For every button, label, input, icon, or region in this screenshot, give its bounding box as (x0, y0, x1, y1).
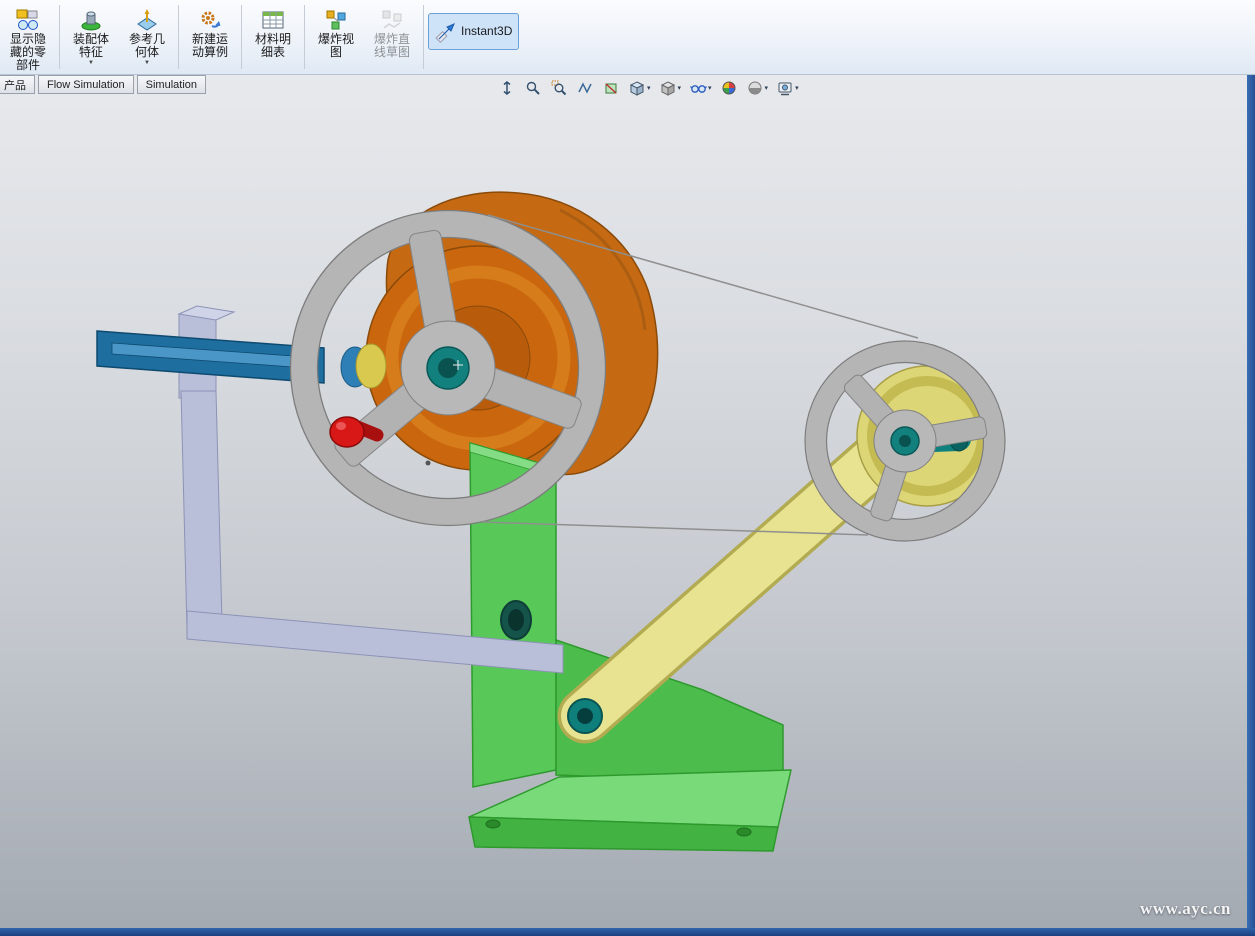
bill-of-materials-label: 材料明细表 (253, 33, 293, 59)
exploded-view-icon (324, 6, 348, 33)
toolbar-separator (178, 5, 179, 69)
apply-scene-icon[interactable] (746, 79, 764, 97)
bill-of-materials-icon (261, 6, 285, 33)
tab-simulation-label: Simulation (146, 79, 197, 91)
show-hidden-components-button[interactable]: 显示隐藏的零部件 (1, 3, 55, 75)
dropdown-arrow-icon[interactable]: ▾ (795, 84, 799, 92)
display-style-icon[interactable] (659, 79, 677, 97)
assembly-features-label: 装配体特征 (71, 33, 111, 59)
toolbar-separator (241, 5, 242, 69)
toolbar-separator (304, 5, 305, 69)
reference-geometry-button[interactable]: 参考几何体 ▼ (120, 3, 174, 70)
reference-geometry-label: 参考几何体 (127, 33, 167, 59)
assembly-features-icon (79, 6, 103, 33)
reference-geometry-icon (135, 6, 159, 33)
zoom-to-area-icon[interactable] (550, 79, 568, 97)
instant3d-button[interactable]: Instant3D (428, 13, 519, 50)
dropdown-arrow-icon[interactable]: ▼ (144, 60, 150, 67)
instant3d-label: Instant3D (461, 25, 512, 38)
exploded-view-button[interactable]: 爆炸视图 (309, 3, 363, 62)
command-manager-tabs: 产品 Flow Simulation Simulation (0, 75, 209, 94)
small-pulley-wheel[interactable] (805, 341, 1005, 541)
explode-line-sketch-button[interactable]: 爆炸直线草图 (365, 3, 419, 62)
dropdown-arrow-icon[interactable]: ▼ (88, 60, 94, 67)
graphics-viewport[interactable]: 产品 Flow Simulation Simulation ▾ ▾ ▾ ▾ (0, 75, 1247, 928)
tab-product[interactable]: 产品 (0, 75, 35, 94)
bill-of-materials-button[interactable]: 材料明细表 (246, 3, 300, 62)
tab-flow-simulation[interactable]: Flow Simulation (38, 75, 134, 94)
tab-simulation[interactable]: Simulation (137, 75, 206, 94)
new-motion-study-label: 新建运动算例 (190, 33, 230, 59)
heads-up-view-toolbar: ▾ ▾ ▾ ▾ ▾ (498, 79, 799, 97)
section-view-icon[interactable] (602, 79, 620, 97)
dropdown-arrow-icon[interactable]: ▾ (678, 84, 682, 92)
solidworks-window: { "toolbar": { "caret": "▼", "buttons": … (0, 0, 1255, 936)
dropdown-arrow-icon[interactable]: ▾ (647, 84, 651, 92)
vertex-point[interactable] (426, 461, 431, 466)
show-hidden-components-label: 显示隐藏的零部件 (8, 33, 48, 72)
new-motion-study-icon (198, 6, 222, 33)
tab-product-label: 产品 (4, 77, 26, 93)
bearing[interactable] (341, 344, 386, 388)
toolbar-separator (423, 5, 424, 69)
tab-flow-simulation-label: Flow Simulation (47, 79, 125, 91)
zoom-to-fit-icon[interactable] (524, 79, 542, 97)
show-hidden-components-icon (15, 6, 41, 33)
dropdown-arrow-icon[interactable]: ▾ (765, 84, 769, 92)
model-canvas[interactable] (0, 75, 1247, 928)
view-rotate-icon[interactable] (498, 79, 516, 97)
window-border-right (1247, 75, 1255, 936)
explode-line-sketch-label: 爆炸直线草图 (372, 33, 412, 59)
view-settings-icon[interactable] (776, 79, 794, 97)
exploded-view-label: 爆炸视图 (316, 33, 356, 59)
watermark: www.ayc.cn (1140, 899, 1231, 919)
window-border-bottom (0, 928, 1255, 936)
hide-show-items-icon[interactable] (689, 79, 707, 97)
command-manager-toolbar: 显示隐藏的零部件 装配体特征 ▼ 参考几何体 ▼ 新建运动算例 材料明细表 (0, 0, 1255, 75)
assembly-features-button[interactable]: 装配体特征 ▼ (64, 3, 118, 70)
instant3d-icon (435, 18, 457, 45)
toolbar-separator (59, 5, 60, 69)
new-motion-study-button[interactable]: 新建运动算例 (183, 3, 237, 62)
slotted-link[interactable] (97, 331, 324, 383)
edit-appearance-icon[interactable] (720, 79, 738, 97)
dropdown-arrow-icon[interactable]: ▾ (708, 84, 712, 92)
view-orientation-icon[interactable] (628, 79, 646, 97)
filter-wireframe-icon[interactable] (576, 79, 594, 97)
explode-line-sketch-icon (380, 6, 404, 33)
